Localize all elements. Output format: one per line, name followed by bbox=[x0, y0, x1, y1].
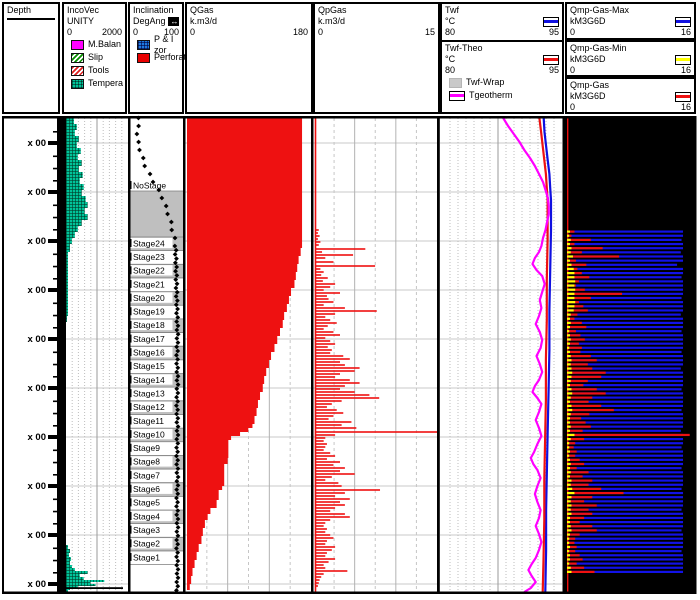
stage-label: Stage7 bbox=[133, 470, 160, 480]
stage-label: Stage15 bbox=[133, 361, 165, 371]
depth-label: x 00 bbox=[28, 187, 47, 198]
track-qmp bbox=[565, 118, 694, 592]
depth-label: x 00 bbox=[28, 481, 47, 492]
stage-label: Stage19 bbox=[133, 307, 165, 317]
stage-label: Stage14 bbox=[133, 375, 165, 385]
stage-label: Stage24 bbox=[133, 238, 165, 248]
depth-label: x 00 bbox=[28, 383, 47, 394]
stage-label: Stage16 bbox=[133, 348, 165, 358]
depth-label: x 00 bbox=[28, 579, 47, 590]
depth-label: x 00 bbox=[28, 138, 47, 149]
stage-label: Stage13 bbox=[133, 388, 165, 398]
stage-label: Stage23 bbox=[133, 252, 165, 262]
stage-label: Stage4 bbox=[133, 511, 160, 521]
stage-label: Stage9 bbox=[133, 443, 160, 453]
stage-label: NoStage bbox=[133, 180, 166, 190]
track-qpgas bbox=[314, 118, 438, 592]
track-twf bbox=[502, 117, 553, 593]
stage-label: Stage3 bbox=[133, 525, 160, 535]
stage-label: Stage20 bbox=[133, 293, 165, 303]
depth-label: x 00 bbox=[28, 432, 47, 443]
stage-label: Stage11 bbox=[133, 416, 164, 426]
depth-label: x 00 bbox=[28, 285, 47, 296]
stage-label: Stage22 bbox=[133, 266, 165, 276]
stage-label: Stage6 bbox=[133, 484, 160, 494]
well-log-application: { "header": { "depth": {"title": "Depth"… bbox=[0, 0, 700, 600]
bottom-marker-line bbox=[66, 587, 123, 589]
depth-label: x 00 bbox=[28, 236, 47, 247]
stage-label: Stage5 bbox=[133, 498, 160, 508]
stage-label: Stage17 bbox=[133, 334, 165, 344]
stage-label: Stage21 bbox=[133, 279, 165, 289]
stage-label: Stage1 bbox=[133, 552, 160, 562]
stage-label: Stage10 bbox=[133, 429, 165, 439]
stage-label: Stage18 bbox=[133, 320, 165, 330]
track-qgas bbox=[187, 118, 303, 590]
stage-label: Stage12 bbox=[133, 402, 165, 412]
stage-label: Stage2 bbox=[133, 539, 160, 549]
depth-label: x 00 bbox=[28, 334, 47, 345]
depth-label: x 00 bbox=[28, 530, 47, 541]
track-depth: x 00 x 00 x 00 x 00 x 00 x 00 x 00 x 00 x 00 x 00 bbox=[28, 118, 66, 592]
log-plot: NoStage Stage24 Stage23 Stage22 Stage21 Stage… bbox=[2, 115, 697, 594]
stage-label: Stage8 bbox=[133, 457, 160, 467]
